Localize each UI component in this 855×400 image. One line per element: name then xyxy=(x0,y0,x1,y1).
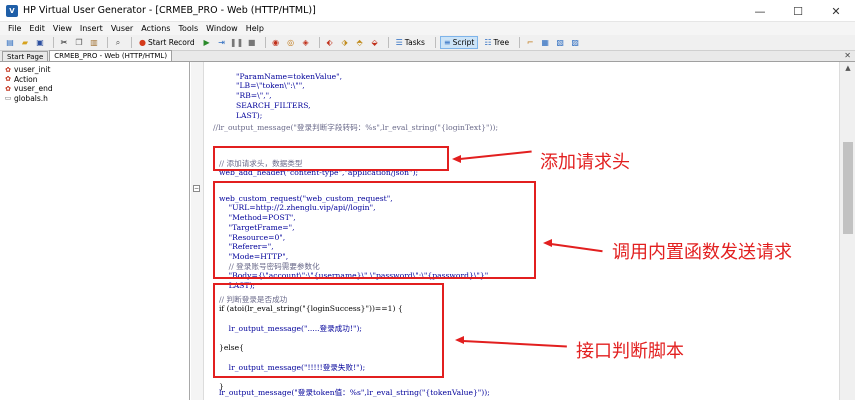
open-folder-icon[interactable]: ▰ xyxy=(19,37,31,49)
tree-label: Tree xyxy=(493,38,510,47)
editor-gutter xyxy=(191,62,204,400)
header-file-icon: ▭ xyxy=(4,94,12,103)
toolbar-separator xyxy=(387,37,389,48)
toolbar-separator xyxy=(318,37,320,48)
tasks-icon: ☰ xyxy=(395,38,403,47)
stop-icon[interactable]: ■ xyxy=(246,37,258,49)
annotation-arrowhead xyxy=(543,239,552,247)
menu-tools[interactable]: Tools xyxy=(178,24,198,33)
scroll-up-icon[interactable]: ▲ xyxy=(840,62,855,74)
annotation-arrowhead xyxy=(452,155,461,163)
menu-bar: File Edit View Insert Vuser Actions Tool… xyxy=(0,22,855,35)
script-icon: ≡ xyxy=(443,38,451,47)
menu-actions[interactable]: Actions xyxy=(141,24,170,33)
run-icon[interactable]: ▶ xyxy=(201,37,213,49)
code-block-register-save: "ParamName=tokenValue", "LB=\"token\":\""… xyxy=(236,62,342,130)
action-icon: ✿ xyxy=(5,75,11,84)
toolbar: ▤ ▰ ▣ ✂ ❐ ▥ ⌕ ● Start Record ▶ ⇥ ❚❚ ■ ◉ … xyxy=(0,35,855,51)
menu-view[interactable]: View xyxy=(53,24,72,33)
output-window-icon[interactable]: ▦ xyxy=(539,37,551,49)
maximize-button[interactable]: ☐ xyxy=(779,0,817,22)
tree-view-button[interactable]: ☷ Tree xyxy=(481,36,512,49)
code-line: LAST); xyxy=(236,110,263,120)
close-button[interactable]: ✕ xyxy=(817,0,855,22)
toolbar-separator xyxy=(434,37,436,48)
tasks-label: Tasks xyxy=(404,38,425,47)
vertical-scrollbar[interactable]: ▲ xyxy=(839,62,855,400)
action-icon: ✿ xyxy=(5,65,11,74)
tree-item-globals[interactable]: ▭ globals.h xyxy=(0,94,189,104)
tree-item-vuser-init[interactable]: ✿ vuser_init xyxy=(0,65,189,75)
snapshot-icon[interactable]: ⌐ xyxy=(524,37,536,49)
save-icon[interactable]: ▣ xyxy=(34,37,46,49)
transaction-start-icon[interactable]: ⬗ xyxy=(339,37,351,49)
start-record-button[interactable]: ● Start Record xyxy=(136,36,198,49)
start-record-label: Start Record xyxy=(147,38,195,47)
code-comment-output: //lr_output_message("登录判断字段转码：%s",lr_eva… xyxy=(213,123,499,132)
tree-view-icon: ☷ xyxy=(484,38,492,47)
scan-icon[interactable]: ▨ xyxy=(569,37,581,49)
toolbar-separator xyxy=(519,37,521,48)
step-icon[interactable]: ⇥ xyxy=(216,37,228,49)
transaction-end-icon[interactable]: ⬘ xyxy=(354,37,366,49)
paste-icon[interactable]: ▥ xyxy=(88,37,100,49)
highlight-box-judge xyxy=(213,283,444,378)
document-tabs: Start Page CRMEB_PRO - Web (HTTP/HTML) xyxy=(0,50,855,62)
tree-item-label: vuser_init xyxy=(14,65,51,75)
annotation-send-request: 调用内置函数发送请求 xyxy=(612,242,792,263)
highlight-box-request xyxy=(213,181,536,279)
find-icon[interactable]: ⌕ xyxy=(112,37,124,49)
vugen-app-icon: V xyxy=(6,4,18,17)
window-title: HP Virtual User Generator - [CRMEB_PRO -… xyxy=(23,5,316,16)
cut-icon[interactable]: ✂ xyxy=(58,37,70,49)
tab-start-page[interactable]: Start Page xyxy=(2,51,49,61)
code-line: SEARCH_FILTERS, xyxy=(236,100,311,110)
tree-item-label: Action xyxy=(14,74,38,84)
menu-window[interactable]: Window xyxy=(206,24,238,33)
menu-edit[interactable]: Edit xyxy=(29,24,45,33)
code-line: "RB=\",", xyxy=(236,91,272,101)
annotation-add-header: 添加请求头 xyxy=(540,152,630,173)
pause-icon[interactable]: ❚❚ xyxy=(230,37,243,49)
script-label: Script xyxy=(452,38,475,47)
tree-item-label: globals.h xyxy=(14,93,48,103)
toolbar-separator xyxy=(264,37,266,48)
close-tab-icon[interactable]: ✕ xyxy=(844,51,851,60)
menu-insert[interactable]: Insert xyxy=(80,24,103,33)
record-icon: ● xyxy=(139,38,146,47)
menu-file[interactable]: File xyxy=(8,24,21,33)
toolbar-separator xyxy=(131,37,132,48)
code-line: "LB=\"token\":\"", xyxy=(236,81,305,91)
compare-icon[interactable]: ▧ xyxy=(554,37,566,49)
new-script-icon[interactable]: ▤ xyxy=(4,37,16,49)
script-view-button[interactable]: ≡ Script xyxy=(439,36,479,49)
tab-crmeb-pro[interactable]: CRMEB_PRO - Web (HTTP/HTML) xyxy=(49,50,173,61)
code-line-token-output: lr_output_message("登录token值：%s",lr_eval_… xyxy=(219,388,490,397)
rendezvous-icon[interactable]: ⬙ xyxy=(369,37,381,49)
fold-toggle-icon[interactable]: − xyxy=(193,185,200,192)
window-controls: — ☐ ✕ xyxy=(741,0,855,22)
tree-item-action[interactable]: ✿ Action xyxy=(0,75,189,85)
copy-icon[interactable]: ❐ xyxy=(73,37,85,49)
tree-item-vuser-end[interactable]: ✿ vuser_end xyxy=(0,84,189,94)
tree-item-label: vuser_end xyxy=(14,84,53,94)
annotation-arrowhead xyxy=(455,336,464,344)
action-icon: ✿ xyxy=(5,84,11,93)
tasks-button[interactable]: ☰ Tasks xyxy=(393,36,428,49)
minimize-button[interactable]: — xyxy=(741,0,779,22)
scrollbar-thumb[interactable] xyxy=(843,142,853,234)
parameter-icon[interactable]: ⬖ xyxy=(324,37,336,49)
code-line: "ParamName=tokenValue", xyxy=(236,71,343,81)
script-tree: ✿ vuser_init ✿ Action ✿ vuser_end ▭ glob… xyxy=(0,62,190,400)
title-bar: V HP Virtual User Generator - [CRMEB_PRO… xyxy=(0,0,855,22)
enable-breakpoint-icon[interactable]: ◎ xyxy=(285,37,297,49)
annotation-judge-script: 接口判断脚本 xyxy=(576,341,684,362)
toolbar-separator xyxy=(53,37,54,48)
menu-help[interactable]: Help xyxy=(246,24,264,33)
toolbar-separator xyxy=(107,37,108,48)
breakpoint-icon[interactable]: ◉ xyxy=(270,37,282,49)
menu-vuser[interactable]: Vuser xyxy=(111,24,133,33)
bookmark-icon[interactable]: ◈ xyxy=(300,37,312,49)
highlight-box-header xyxy=(213,146,449,171)
